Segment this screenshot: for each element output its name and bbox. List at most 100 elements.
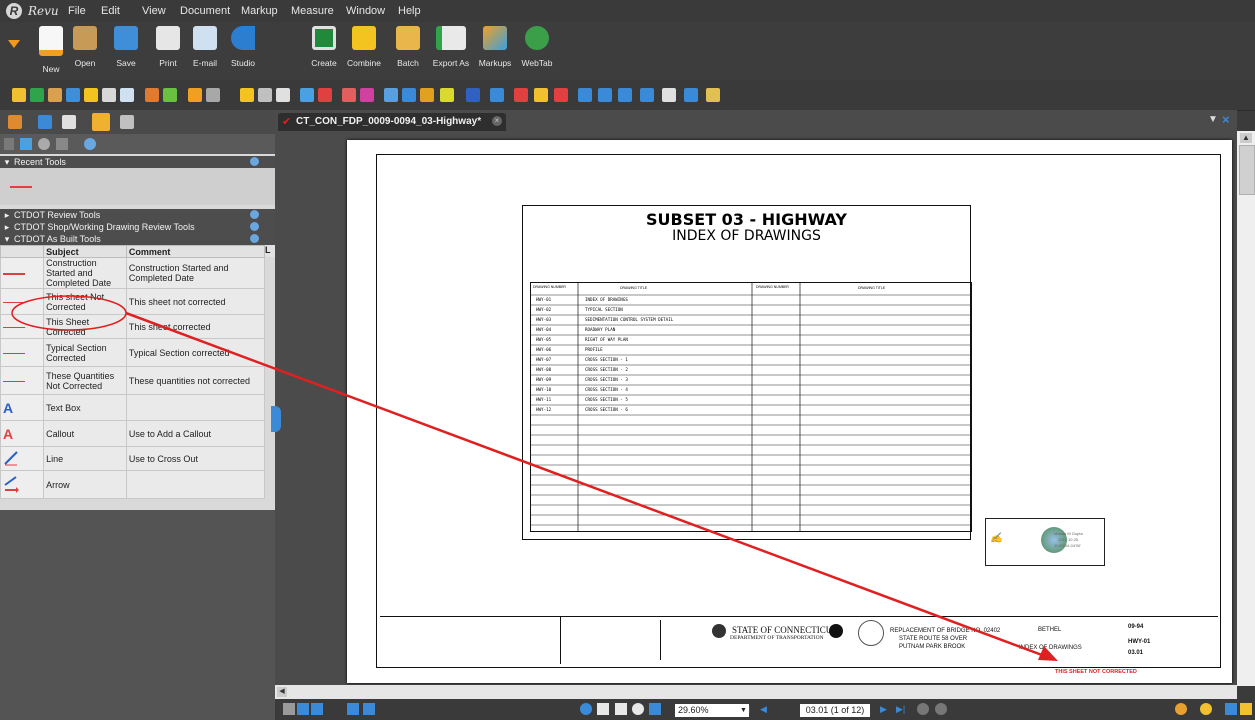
properties-tab-icon[interactable]	[38, 115, 52, 129]
circle-tool-icon[interactable]	[662, 88, 676, 102]
arc-tool-icon[interactable]	[598, 88, 612, 102]
scroll-thumb[interactable]	[1239, 145, 1255, 195]
snap-icon[interactable]	[297, 703, 309, 715]
next-view-icon[interactable]	[935, 703, 947, 715]
recent-tool-icon[interactable]	[10, 186, 32, 188]
document-icon[interactable]	[1225, 703, 1237, 715]
zoom-dropdown-icon[interactable]: ▼	[738, 704, 749, 717]
section-ctdot-shop-tools[interactable]: ▸ CTDOT Shop/Working Drawing Review Tools	[0, 221, 275, 233]
zoom-level-field[interactable]: 29.60%	[675, 704, 738, 717]
table-row[interactable]: Construction Started and Completed Date …	[0, 257, 266, 289]
pencil-tool-icon[interactable]	[554, 88, 568, 102]
gear-icon[interactable]	[250, 234, 259, 243]
image-tool-icon[interactable]	[684, 88, 698, 102]
panel-collapse-handle[interactable]	[271, 406, 281, 432]
close-tab-icon[interactable]: ×	[492, 116, 502, 126]
single-page-icon[interactable]	[347, 703, 359, 715]
text-select-icon[interactable]	[649, 703, 661, 715]
continuous-icon[interactable]	[363, 703, 375, 715]
menu-edit[interactable]: Edit	[101, 5, 120, 17]
polygon-tool-icon[interactable]	[402, 88, 416, 102]
textbox-tool-icon[interactable]	[466, 88, 480, 102]
pen-tool-icon[interactable]	[342, 88, 356, 102]
pan-tool-icon[interactable]	[597, 703, 609, 715]
save-tool-icon[interactable]	[66, 88, 80, 102]
print-tool-icon[interactable]	[102, 88, 116, 102]
menu-help[interactable]: Help	[398, 5, 421, 17]
menu-window[interactable]: Window	[346, 5, 385, 17]
column-subject-header[interactable]: Subject	[43, 245, 127, 258]
highlight-tool-icon[interactable]	[318, 88, 332, 102]
close-document-icon[interactable]: ×	[1222, 112, 1230, 127]
tips-icon[interactable]	[1200, 703, 1212, 715]
grid-icon[interactable]	[283, 703, 295, 715]
previous-page-icon[interactable]: ◀	[760, 704, 767, 715]
tab-menu-icon[interactable]: ▼	[1208, 114, 1218, 125]
table-row[interactable]: A Text Box	[0, 394, 266, 421]
snapshot-tool-icon[interactable]	[300, 88, 314, 102]
search-tab-icon[interactable]	[120, 115, 134, 129]
select-tool-icon[interactable]	[615, 703, 627, 715]
menu-markup[interactable]: Markup	[241, 5, 278, 17]
signature-stamp[interactable]: ✍ Madan M Gupta 2012.10.25 11:53:04-04'0…	[985, 518, 1105, 566]
tool-chest-tab-icon[interactable]	[8, 115, 22, 129]
select-tool-icon[interactable]	[12, 88, 26, 102]
table-row[interactable]: This Sheet Corrected This sheet correcte…	[0, 314, 266, 339]
text-tool-icon[interactable]	[440, 88, 454, 102]
arrow-tool-icon[interactable]	[534, 88, 548, 102]
section-ctdot-asbuilt-tools[interactable]: ▾ CTDOT As Built Tools	[0, 233, 275, 245]
markups-button[interactable]: Markups	[472, 26, 518, 76]
properties-icon[interactable]	[38, 138, 50, 150]
create-tool-icon[interactable]	[30, 88, 44, 102]
table-row[interactable]: A Callout Use to Add a Callout	[0, 420, 266, 447]
menu-file[interactable]: File	[68, 5, 86, 17]
document-tab[interactable]: ✔ CT_CON_FDP_0009-0094_03-Highway* ×	[278, 113, 506, 131]
menu-view[interactable]: View	[142, 5, 166, 17]
media-tool-icon[interactable]	[706, 88, 720, 102]
polyline-tool-icon[interactable]	[578, 88, 592, 102]
cloud-tool-icon[interactable]	[384, 88, 398, 102]
column-l-header[interactable]: L	[265, 245, 275, 257]
cut-tool-icon[interactable]	[258, 88, 272, 102]
gear-icon[interactable]	[250, 222, 259, 231]
section-ctdot-review-tools[interactable]: ▸ CTDOT Review Tools	[0, 209, 275, 221]
thumbnails-tab-icon[interactable]	[62, 115, 76, 129]
collapse-icon[interactable]	[4, 138, 14, 150]
studio-button[interactable]: Studio	[220, 26, 266, 76]
page-navigation-field[interactable]: 03.01 (1 of 12)	[800, 704, 870, 717]
zoom-tool-icon[interactable]	[632, 703, 644, 715]
rectangle-tool-icon[interactable]	[640, 88, 654, 102]
combine-button[interactable]: Combine	[341, 26, 387, 76]
not-corrected-stamp-markup[interactable]: THIS SHEET NOT CORRECTED	[1055, 669, 1137, 675]
menu-document[interactable]: Document	[180, 5, 230, 17]
gear-icon[interactable]	[250, 210, 259, 219]
line-tool-icon[interactable]	[514, 88, 528, 102]
add-icon[interactable]	[20, 138, 32, 150]
lock-icon[interactable]	[1240, 703, 1252, 715]
typewriter-tool-icon[interactable]	[490, 88, 504, 102]
menu-measure[interactable]: Measure	[291, 5, 334, 17]
table-row[interactable]: Typical Section Corrected Typical Sectio…	[0, 338, 266, 367]
list-icon[interactable]	[56, 138, 68, 150]
delete-tool-icon[interactable]	[276, 88, 290, 102]
callout-tool-icon[interactable]	[420, 88, 434, 102]
column-comment-header[interactable]: Comment	[125, 245, 266, 258]
save-button[interactable]: Save	[103, 26, 149, 76]
undo-icon[interactable]	[188, 88, 202, 102]
table-row[interactable]: These Quantities Not Corrected These qua…	[0, 366, 266, 395]
stamp-tool-icon[interactable]	[145, 88, 159, 102]
scroll-left-icon[interactable]: ◀	[277, 687, 287, 697]
table-row[interactable]: Arrow	[0, 470, 266, 499]
table-row[interactable]: Line Use to Cross Out	[0, 446, 266, 471]
layers-tab-icon[interactable]	[92, 113, 110, 131]
redo-icon[interactable]	[206, 88, 220, 102]
measure-tool-icon[interactable]	[240, 88, 254, 102]
eraser-tool-icon[interactable]	[360, 88, 374, 102]
user-icon[interactable]	[1175, 703, 1187, 715]
ellipse-tool-icon[interactable]	[618, 88, 632, 102]
scroll-up-icon[interactable]: ▲	[1240, 133, 1252, 143]
note-tool-icon[interactable]	[84, 88, 98, 102]
section-recent-tools[interactable]: ▾ Recent Tools	[0, 156, 275, 168]
mail-tool-icon[interactable]	[120, 88, 134, 102]
content-snap-icon[interactable]	[311, 703, 323, 715]
